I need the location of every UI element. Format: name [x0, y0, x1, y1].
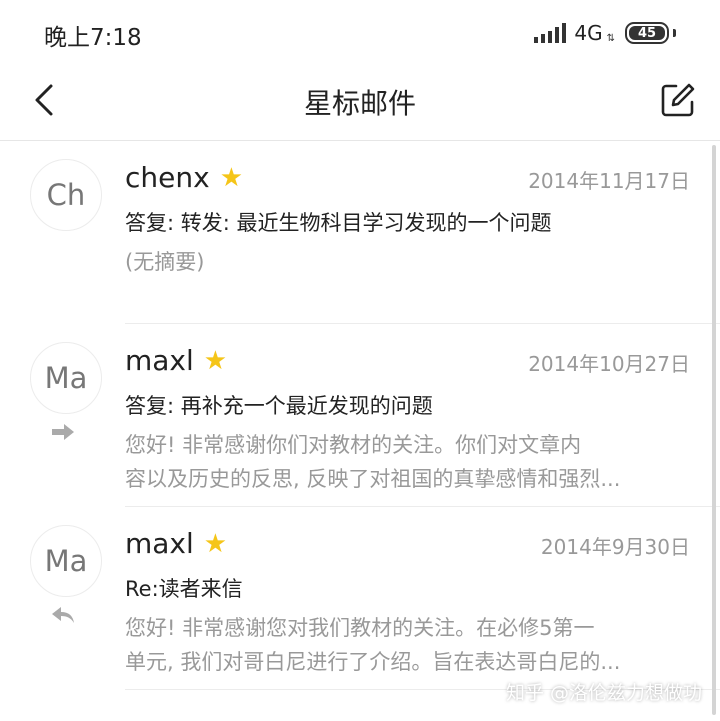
star-icon[interactable]: ★: [204, 529, 227, 559]
email-date: 2014年9月30日: [540, 535, 690, 559]
email-preview: 您好! 非常感谢您对我们教材的关注。在必修5第一 单元, 我们对哥白尼进行了介绍…: [125, 611, 690, 679]
scrollbar[interactable]: [712, 145, 716, 715]
star-icon[interactable]: ★: [220, 163, 243, 193]
avatar: Ma: [30, 342, 102, 414]
email-item[interactable]: Ma maxl ★ 2014年9月30日 Re:读者来信 您好! 非常感谢您对我…: [0, 507, 720, 690]
reply-arrow-icon: [50, 605, 76, 625]
email-subject: 答复: 转发: 最近生物科目学习发现的一个问题: [125, 211, 552, 235]
sender-name: maxl: [125, 527, 194, 560]
forward-arrow-icon: [50, 422, 76, 442]
sender-row: maxl ★: [125, 344, 227, 377]
data-activity-icon: ⇅: [606, 32, 615, 44]
preview-line: 单元, 我们对哥白尼进行了介绍。旨在表达哥白尼的...: [125, 650, 621, 674]
sender-row: chenx ★: [125, 161, 243, 194]
preview-line: 您好! 非常感谢你们对教材的关注。你们对文章内: [125, 433, 582, 457]
preview-line: 容以及历史的反思, 反映了对祖国的真挚感情和强烈...: [125, 467, 621, 491]
email-date: 2014年11月17日: [528, 169, 690, 193]
status-time: 晚上7:18: [44, 25, 142, 51]
battery-cap: [673, 29, 676, 37]
email-preview: 您好! 非常感谢你们对教材的关注。你们对文章内 容以及历史的反思, 反映了对祖国…: [125, 428, 690, 496]
preview-line: (无摘要): [125, 250, 205, 274]
watermark: 知乎 @洛伦兹力想做功: [505, 682, 702, 704]
email-item[interactable]: Ma maxl ★ 2014年10月27日 答复: 再补充一个最近发现的问题 您…: [0, 324, 720, 507]
email-subject: Re:读者来信: [125, 577, 243, 601]
preview-line: 您好! 非常感谢您对我们教材的关注。在必修5第一: [125, 616, 595, 640]
avatar: Ma: [30, 525, 102, 597]
star-icon[interactable]: ★: [204, 346, 227, 376]
sender-name: chenx: [125, 161, 210, 194]
battery-icon: 45: [625, 22, 669, 44]
email-date: 2014年10月27日: [528, 352, 690, 376]
compose-button[interactable]: [656, 78, 700, 122]
compose-icon: [661, 83, 695, 117]
sender-name: maxl: [125, 344, 194, 377]
avatar: Ch: [30, 159, 102, 231]
title-bar: 星标邮件: [0, 64, 720, 141]
battery-level: 45: [637, 25, 657, 41]
email-list: Ch chenx ★ 2014年11月17日 答复: 转发: 最近生物科目学习发…: [0, 141, 720, 721]
network-type: 4G: [574, 21, 603, 45]
email-subject: 答复: 再补充一个最近发现的问题: [125, 394, 433, 418]
email-preview: (无摘要): [125, 245, 690, 279]
sender-row: maxl ★: [125, 527, 227, 560]
email-item[interactable]: Ch chenx ★ 2014年11月17日 答复: 转发: 最近生物科目学习发…: [0, 141, 720, 324]
signal-icon: [534, 23, 567, 43]
page-title: 星标邮件: [303, 87, 416, 120]
status-bar: 晚上7:18 4G ⇅ 45: [0, 0, 720, 64]
status-indicators: 4G ⇅ 45: [534, 18, 676, 48]
